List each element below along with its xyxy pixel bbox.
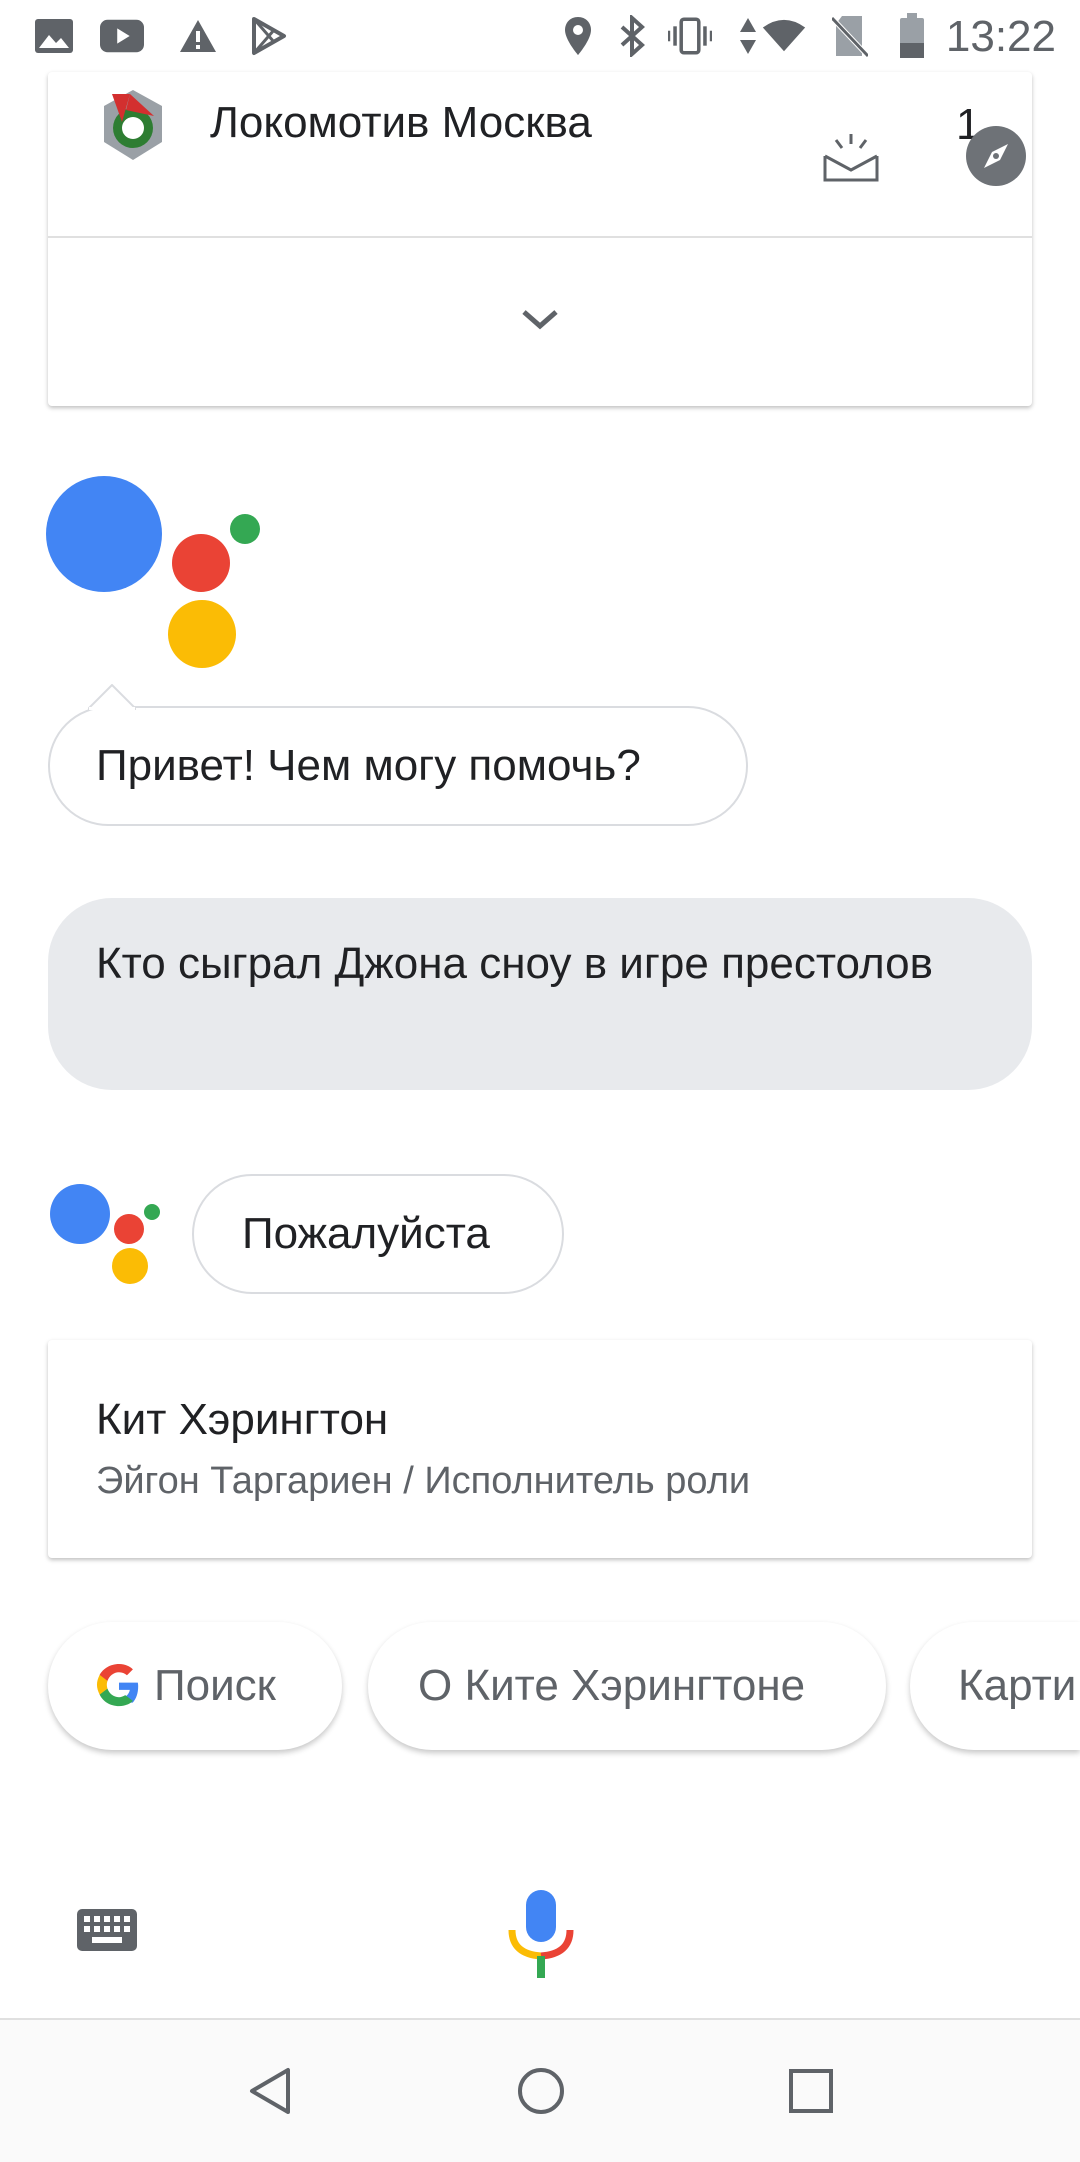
no-sim-icon: [828, 14, 872, 58]
user-query-bubble: Кто сыграл Джона сноу в игре престолов: [48, 898, 1032, 1090]
vibrate-icon: [668, 14, 712, 58]
location-icon: [556, 14, 600, 58]
assistant-small-logo: [46, 1180, 166, 1286]
suggestion-chip-partial[interactable]: Карти: [910, 1622, 1080, 1750]
suggestion-chip-about[interactable]: О Ките Хэрингтоне: [368, 1622, 886, 1750]
logo-dot-blue: [46, 476, 162, 592]
small-dot-blue: [50, 1184, 110, 1244]
google-g-icon: [96, 1663, 142, 1709]
small-dot-green: [144, 1204, 160, 1220]
keyboard-icon[interactable]: [76, 1908, 138, 1952]
home-icon[interactable]: [516, 2066, 566, 2116]
suggestion-chip-partial-label: Карти: [958, 1661, 1077, 1710]
microphone-icon[interactable]: [508, 1888, 574, 1980]
suggestion-chip-search-label: Поиск: [154, 1661, 276, 1710]
wifi-icon: [762, 14, 806, 58]
logo-dot-green: [230, 514, 260, 544]
result-card[interactable]: [48, 1340, 1032, 1558]
logo-dot-yellow: [168, 600, 236, 668]
compass-icon[interactable]: [966, 126, 1026, 186]
user-query-text: Кто сыграл Джона сноу в игре престолов: [96, 939, 934, 988]
youtube-icon: [100, 14, 144, 58]
result-title[interactable]: Кит Хэрингтон: [96, 1395, 388, 1445]
bubble-tail: [85, 683, 139, 711]
inbox-icon[interactable]: [822, 132, 880, 184]
assistant-reply-bubble: Пожалуйста: [192, 1174, 564, 1294]
small-dot-red: [114, 1214, 144, 1244]
assistant-greeting-bubble: Привет! Чем могу помочь?: [48, 706, 748, 826]
assistant-logo: [40, 470, 270, 670]
team-name: Локомотив Москва: [210, 98, 592, 147]
recents-icon[interactable]: [788, 2068, 834, 2114]
card-divider: [48, 236, 1032, 238]
chevron-down-icon[interactable]: [516, 304, 564, 334]
battery-icon: [890, 13, 934, 58]
clock: 13:22: [945, 12, 1056, 61]
warning-icon: [176, 14, 220, 58]
suggestion-chip-about-label: О Ките Хэрингтоне: [418, 1661, 806, 1710]
small-dot-yellow: [112, 1248, 148, 1284]
status-bar: 13:22: [0, 0, 1080, 72]
lokomotiv-logo: [100, 88, 166, 162]
suggestion-chip-search[interactable]: Поиск: [48, 1622, 342, 1750]
assistant-greeting-text: Привет! Чем могу помочь?: [96, 741, 641, 790]
play-store-icon: [246, 14, 290, 58]
back-icon[interactable]: [248, 2066, 294, 2116]
bluetooth-icon: [610, 14, 654, 58]
result-subtitle: Эйгон Таргариен / Исполнитель роли: [96, 1460, 751, 1502]
logo-dot-red: [172, 534, 230, 592]
assistant-reply-text: Пожалуйста: [242, 1209, 490, 1258]
image-icon: [32, 14, 76, 58]
